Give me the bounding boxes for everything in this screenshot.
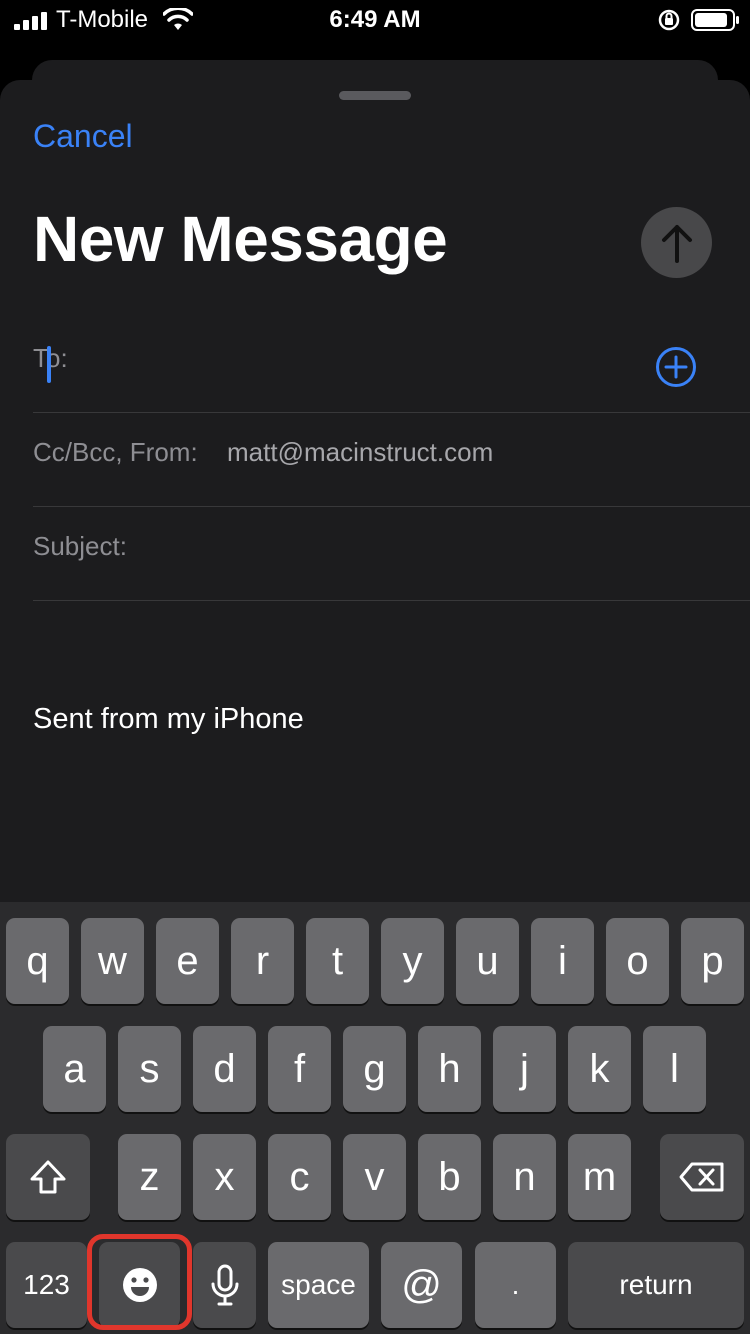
- key-j[interactable]: j: [493, 1026, 556, 1112]
- key-q[interactable]: q: [6, 918, 69, 1004]
- key-r[interactable]: r: [231, 918, 294, 1004]
- key-t[interactable]: t: [306, 918, 369, 1004]
- key-l[interactable]: l: [643, 1026, 706, 1112]
- period-key[interactable]: .: [475, 1242, 556, 1328]
- key-o[interactable]: o: [606, 918, 669, 1004]
- key-z[interactable]: z: [118, 1134, 181, 1220]
- key-x[interactable]: x: [193, 1134, 256, 1220]
- key-m[interactable]: m: [568, 1134, 631, 1220]
- key-s[interactable]: s: [118, 1026, 181, 1112]
- key-g[interactable]: g: [343, 1026, 406, 1112]
- ccbcc-from-label: Cc/Bcc, From:: [33, 437, 198, 467]
- subject-field[interactable]: Subject:: [33, 507, 750, 601]
- numbers-key[interactable]: 123: [6, 1242, 87, 1328]
- ccbcc-from-field[interactable]: Cc/Bcc, From: matt@macinstruct.com: [33, 413, 750, 507]
- cancel-button[interactable]: Cancel: [33, 118, 133, 155]
- key-w[interactable]: w: [81, 918, 144, 1004]
- dictation-key[interactable]: [193, 1242, 256, 1328]
- page-title: New Message: [33, 203, 448, 275]
- key-c[interactable]: c: [268, 1134, 331, 1220]
- delete-key[interactable]: [660, 1134, 744, 1220]
- key-n[interactable]: n: [493, 1134, 556, 1220]
- microphone-icon: [211, 1264, 238, 1306]
- key-a[interactable]: a: [43, 1026, 106, 1112]
- key-i[interactable]: i: [531, 918, 594, 1004]
- to-field[interactable]: To:: [33, 319, 750, 413]
- key-k[interactable]: k: [568, 1026, 631, 1112]
- status-time: 6:49 AM: [329, 6, 421, 33]
- message-signature[interactable]: Sent from my iPhone: [33, 703, 304, 736]
- shift-key[interactable]: [6, 1134, 90, 1220]
- from-address: matt@macinstruct.com: [227, 437, 494, 467]
- arrow-up-icon: [661, 224, 692, 263]
- key-u[interactable]: u: [456, 918, 519, 1004]
- return-key[interactable]: return: [568, 1242, 744, 1328]
- backspace-icon: [679, 1162, 724, 1192]
- space-key[interactable]: space: [268, 1242, 369, 1328]
- at-key[interactable]: @: [381, 1242, 462, 1328]
- text-caret: [47, 346, 51, 383]
- emoji-key-highlight: [87, 1234, 192, 1330]
- send-button[interactable]: [641, 207, 712, 278]
- key-v[interactable]: v: [343, 1134, 406, 1220]
- battery-icon: [691, 9, 739, 31]
- shift-icon: [30, 1160, 66, 1194]
- status-bar: T-Mobile 6:49 AM: [0, 0, 750, 42]
- sheet-grabber[interactable]: [339, 91, 411, 100]
- add-contact-icon[interactable]: [655, 346, 697, 388]
- key-d[interactable]: d: [193, 1026, 256, 1112]
- key-e[interactable]: e: [156, 918, 219, 1004]
- key-p[interactable]: p: [681, 918, 744, 1004]
- key-f[interactable]: f: [268, 1026, 331, 1112]
- subject-label: Subject:: [33, 531, 127, 561]
- key-y[interactable]: y: [381, 918, 444, 1004]
- orientation-lock-icon: [658, 9, 680, 31]
- key-h[interactable]: h: [418, 1026, 481, 1112]
- key-b[interactable]: b: [418, 1134, 481, 1220]
